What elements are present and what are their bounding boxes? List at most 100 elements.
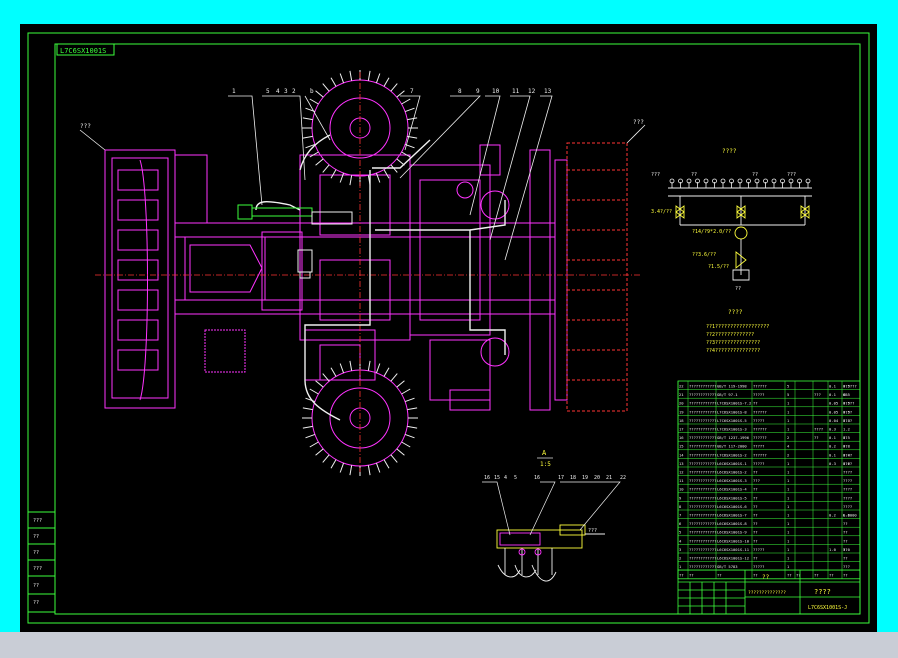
title-code: L7C6SX1001S — [60, 47, 106, 55]
callout-number: 21 — [606, 475, 612, 481]
bom-cell: L6C6SX1001S-6 — [717, 504, 747, 509]
side-table-cell: ??? — [33, 518, 42, 524]
bom-cell-note: ?????? — [843, 384, 857, 389]
bom-cell: L6C6SX1001S-9 — [717, 530, 747, 535]
bottom-leader-lines — [482, 481, 621, 536]
note-line-4: ??4??????????????? — [706, 348, 760, 354]
bom-cell: ??? — [814, 392, 821, 397]
bom-cell: ?? — [753, 487, 758, 492]
bom-cell: 1.2 — [843, 427, 850, 432]
bom-cell: GB/T 117-2000 — [717, 444, 747, 449]
bom-cell: L6C6SX1001S-12 — [717, 556, 749, 561]
bom-cell: 2 — [787, 452, 789, 457]
schematic-label-4: ??? — [787, 172, 796, 178]
bom-cell: 1 — [787, 470, 790, 475]
right-view-label: ??? — [633, 119, 644, 126]
bom-header-cell: ?? — [679, 573, 684, 578]
bom-header-cell: ?? — [843, 573, 848, 578]
bom-cell: ???????????? — [689, 401, 716, 406]
callout-number: 20 — [594, 475, 600, 481]
drawing-code: L7C6SX1001S-J — [808, 605, 847, 611]
bom-cell: 1 — [787, 409, 790, 414]
bom-cell-note: ?? — [843, 538, 848, 543]
bom-cell: 13 — [679, 461, 684, 466]
bom-cell: L7C6SX1001S-5 — [717, 418, 747, 423]
bom-cell: L6C6SX1001S-10 — [717, 538, 750, 543]
bom-cell: ???????????? — [689, 521, 716, 526]
bom-header-cell: ?? — [689, 573, 694, 578]
bom-cell: ???????????? — [689, 504, 716, 509]
callout-number: 3 — [284, 88, 288, 95]
bom-cell: 15 — [679, 444, 684, 449]
bill-of-materials: 22???????????? GB/T 119-1998?????? 5 0.1 0.5… — [677, 380, 861, 580]
bom-cell: 2 — [787, 435, 789, 440]
bom-cell-note: ??? — [843, 564, 850, 569]
bom-cell: ????? — [753, 564, 764, 569]
bom-cell: 0.2 — [829, 444, 836, 449]
bom-cell: ???????????? — [689, 547, 716, 552]
bom-cell-note: ???? — [843, 418, 852, 423]
lubrication-schematic — [668, 187, 812, 281]
bom-cell: 1 — [679, 564, 682, 569]
bom-cell: ?? — [753, 401, 758, 406]
bom-cell: L6C6SX1001S-3 — [717, 478, 747, 483]
bom-cell-note: GB — [843, 392, 848, 397]
bom-cell: 4 — [787, 444, 790, 449]
bom-cell: ????? — [753, 547, 764, 552]
bom-cell: 3 — [679, 547, 681, 552]
bom-cell: ???????????? — [689, 564, 716, 569]
bom-cell: GB/T 1237-1996 — [717, 435, 750, 440]
bom-cell: 1 — [787, 538, 790, 543]
side-table-cell: ?? — [33, 550, 39, 556]
bom-cell: ???????????? — [689, 392, 716, 397]
bom-cell: 5 — [679, 530, 681, 535]
callout-number: b — [310, 88, 314, 95]
bom-cell: 0.1 — [829, 392, 837, 397]
bom-cell: ?? — [753, 504, 758, 509]
bom-cell-note: ?? — [843, 530, 848, 535]
bom-cell: ?? — [753, 495, 758, 500]
cad-drawing-canvas: L7C6SX1001S ?????????????? 1 5 4 3 2 b 7… — [27, 32, 870, 624]
bom-cell: 20 — [679, 401, 684, 406]
bom-cell: ???????????? — [689, 452, 716, 457]
left-side-table — [27, 511, 56, 613]
bom-cell: 1 — [787, 427, 790, 432]
note-line-1: ??1?????????????????? — [706, 324, 769, 330]
bom-cell: ???????????? — [689, 435, 716, 440]
bom-cell: ???????????? — [689, 444, 716, 449]
callout-number: 13 — [544, 88, 552, 95]
bom-cell: 0.1 — [829, 452, 837, 457]
schematic-label-mid2: ??3.6/?? — [692, 252, 716, 258]
callout-number: 11 — [512, 88, 520, 95]
schematic-label-mid1: ?14/?9*2.0/?? — [692, 229, 731, 235]
bom-cell: 6 — [679, 521, 682, 526]
bom-cell: ????? — [753, 461, 764, 466]
bom-cell: GB/T 97.1 — [717, 392, 738, 397]
bom-cell: 0.1 — [829, 435, 837, 440]
bom-cell: L6C6SX1001S-7 — [717, 513, 747, 518]
bom-header-cell: ?? — [717, 573, 722, 578]
bom-cell-note: ???? — [843, 504, 852, 509]
section-side-label: ??? — [588, 528, 597, 534]
callout-number: 8 — [458, 88, 462, 95]
bom-cell: ?????? — [753, 435, 767, 440]
bom-cell: ???????????? — [689, 418, 716, 423]
left-housing — [104, 149, 176, 409]
main-assembly-drawing — [104, 79, 568, 467]
bom-cell: ?????? — [753, 452, 767, 457]
bom-header-cell: ?? — [753, 573, 758, 578]
bom-cell: 1 — [787, 461, 790, 466]
bom-cell: ?? — [814, 435, 819, 440]
bom-cell: 0.2 — [829, 513, 836, 518]
side-table-cell: ?? — [33, 583, 39, 589]
bom-cell-note: ???? — [843, 461, 852, 466]
bom-cell: 12 — [679, 470, 684, 475]
bom-cell: 0.3 — [829, 427, 836, 432]
bom-cell: ???????????? — [689, 530, 716, 535]
bom-cell: ?????? — [753, 409, 767, 414]
right-housing — [566, 142, 628, 412]
note-line-2: ??2????????????? — [706, 332, 754, 338]
callout-number: 17 — [558, 475, 564, 481]
bom-cell: 1 — [787, 530, 790, 535]
bom-cell: 1 — [787, 478, 790, 483]
